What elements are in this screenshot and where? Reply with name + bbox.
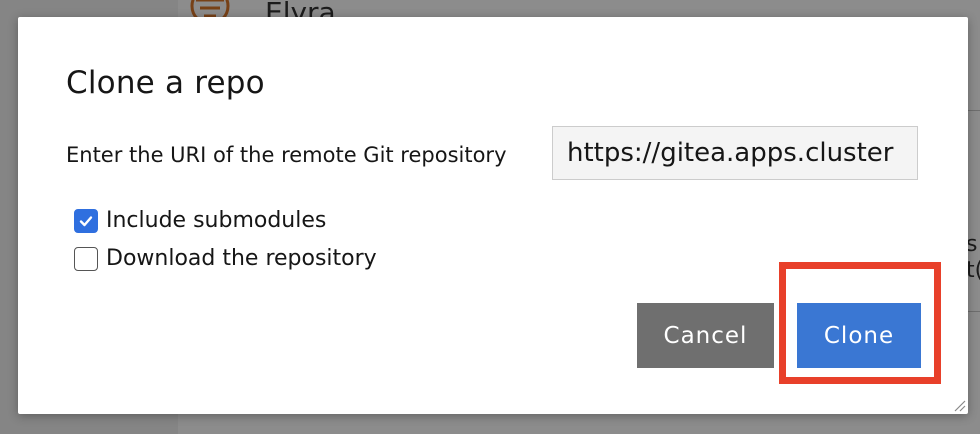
checkmark-icon [79,215,93,226]
download-repository-option[interactable]: Download the repository [74,246,377,271]
download-repository-label: Download the repository [106,246,377,271]
download-repository-checkbox[interactable] [74,246,98,271]
include-submodules-label: Include submodules [106,208,327,233]
include-submodules-option[interactable]: Include submodules [74,208,326,233]
cancel-button[interactable]: Cancel [637,303,774,368]
include-submodules-checkbox[interactable] [74,208,98,233]
clone-button-highlight [779,262,941,384]
uri-label: Enter the URI of the remote Git reposito… [66,143,507,167]
dialog-title: Clone a repo [66,65,265,101]
resize-grip-icon[interactable] [952,398,966,412]
repository-uri-input[interactable] [552,126,918,180]
clone-repo-dialog: Clone a repo Enter the URI of the remote… [18,17,968,414]
